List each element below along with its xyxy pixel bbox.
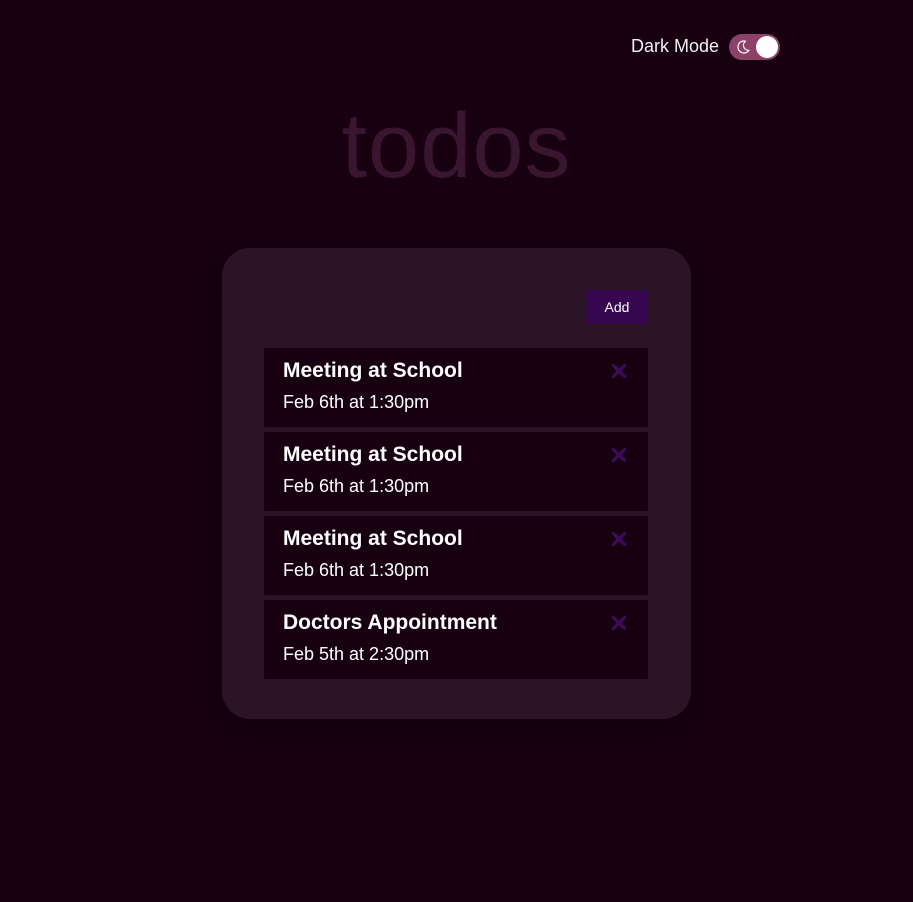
- todo-item[interactable]: Meeting at School Feb 6th at 1:30pm: [264, 348, 648, 427]
- todo-title: Doctors Appointment: [283, 611, 497, 634]
- moon-icon: [737, 39, 750, 54]
- app-title: todos: [341, 95, 572, 197]
- switch-knob: [756, 35, 779, 58]
- close-icon[interactable]: [611, 615, 627, 631]
- todo-item[interactable]: Meeting at School Feb 6th at 1:30pm: [264, 516, 648, 595]
- todo-date: Feb 6th at 1:30pm: [283, 392, 430, 412]
- add-button[interactable]: Add: [586, 290, 648, 324]
- todo-date: Feb 6th at 1:30pm: [283, 476, 430, 496]
- todo-item[interactable]: Doctors Appointment Feb 5th at 2:30pm: [264, 600, 648, 679]
- todo-title: Meeting at School: [283, 359, 463, 382]
- close-icon[interactable]: [611, 363, 627, 379]
- todo-date: Feb 5th at 2:30pm: [283, 644, 430, 664]
- todo-list: Meeting at School Feb 6th at 1:30pm Meet…: [264, 348, 648, 684]
- dark-mode-switch[interactable]: [729, 33, 781, 60]
- todo-item[interactable]: Meeting at School Feb 6th at 1:30pm: [264, 432, 648, 511]
- dark-mode-label: Dark Mode: [631, 36, 720, 56]
- todo-date: Feb 6th at 1:30pm: [283, 560, 430, 580]
- close-icon[interactable]: [611, 531, 627, 547]
- close-icon[interactable]: [611, 447, 627, 463]
- todo-card: Add Meeting at School Feb 6th at 1:30pm …: [222, 248, 691, 719]
- dark-mode-toggle: Dark Mode: [631, 33, 781, 60]
- todo-title: Meeting at School: [283, 527, 463, 550]
- todo-title: Meeting at School: [283, 443, 463, 466]
